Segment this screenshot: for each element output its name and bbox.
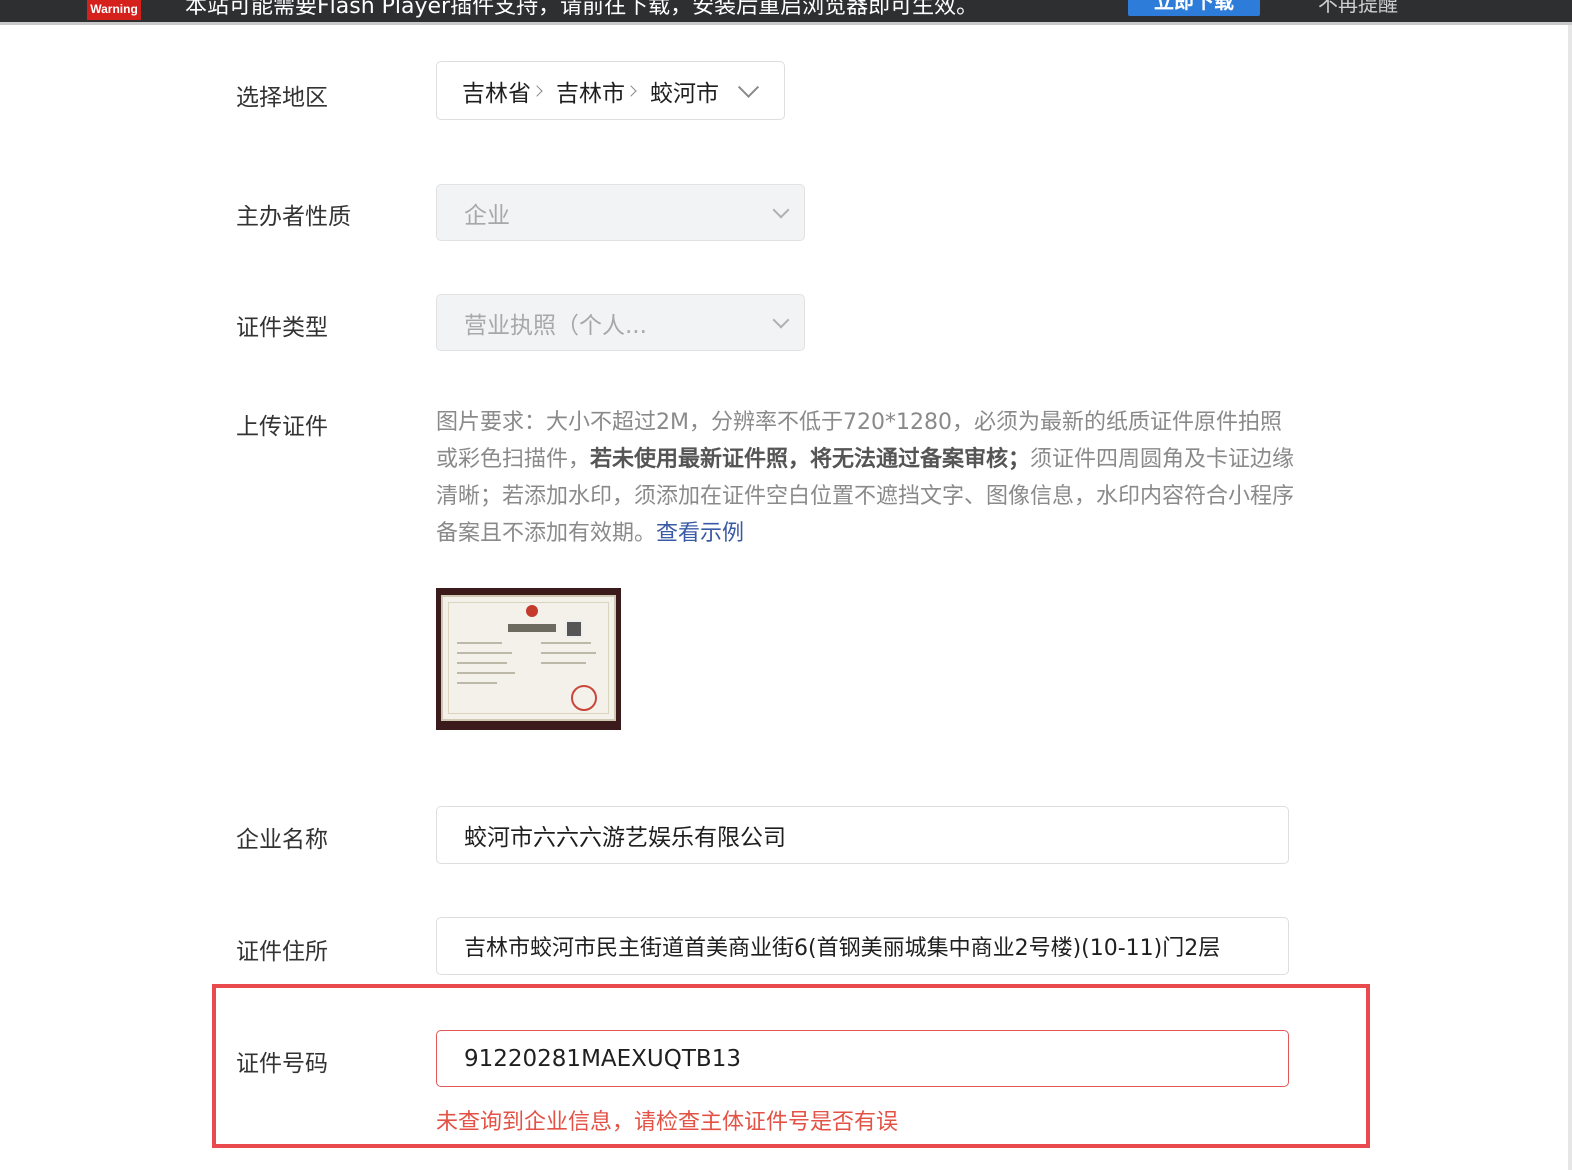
chevron-down-icon bbox=[772, 201, 790, 218]
certificate-number-label: 证件号码 bbox=[236, 1051, 328, 1077]
certificate-type-value: 营业执照（个人... bbox=[464, 312, 647, 339]
company-name-input[interactable]: 蛟河市六六六游艺娱乐有限公司 bbox=[436, 806, 1289, 864]
certificate-type-select[interactable]: 营业执照（个人... bbox=[436, 294, 805, 351]
region-city: 吉林市 bbox=[556, 80, 625, 107]
organizer-type-select[interactable]: 企业 bbox=[436, 184, 805, 241]
requirement-warning: 若未使用最新证件照，将无法通过备案审核； bbox=[590, 447, 1031, 472]
flash-notification-bar: Warning 本站可能需要Flash Player插件支持，请前往下载，安装后… bbox=[0, 0, 1572, 25]
region-select[interactable]: 吉林省 吉林市 蛟河市 bbox=[436, 61, 785, 120]
national-emblem-icon bbox=[526, 605, 538, 617]
notification-message: 本站可能需要Flash Player插件支持，请前往下载，安装后重启浏览器即可生… bbox=[185, 0, 979, 19]
organizer-type-value: 企业 bbox=[464, 202, 510, 229]
region-label: 选择地区 bbox=[236, 85, 328, 111]
license-paper bbox=[441, 595, 616, 721]
certificate-number-value: 91220281MAEXUQTB13 bbox=[464, 1045, 741, 1072]
license-title bbox=[508, 624, 556, 632]
certificate-number-error: 未查询到企业信息，请检查主体证件号是否有误 bbox=[436, 1110, 899, 1135]
download-button[interactable]: 立即下载 bbox=[1128, 0, 1260, 16]
certificate-address-value: 吉林市蛟河市民主街道首美商业街6(首钢美丽城集中商业2号楼)(10-11)门2层 bbox=[464, 936, 1221, 961]
upload-requirements: 图片要求：大小不超过2M，分辨率不低于720*1280，必须为最新的纸质证件原件… bbox=[436, 404, 1296, 552]
chevron-down-icon bbox=[737, 76, 760, 98]
upload-label: 上传证件 bbox=[236, 414, 328, 440]
view-example-link[interactable]: 查看示例 bbox=[656, 521, 744, 546]
chevron-right-icon bbox=[531, 84, 543, 97]
chevron-right-icon bbox=[625, 84, 637, 97]
uploaded-license-thumbnail[interactable] bbox=[436, 588, 621, 730]
certificate-address-input[interactable]: 吉林市蛟河市民主街道首美商业街6(首钢美丽城集中商业2号楼)(10-11)门2层 bbox=[436, 917, 1289, 975]
scrollbar[interactable] bbox=[1568, 25, 1572, 1170]
region-district: 蛟河市 bbox=[650, 80, 719, 107]
qr-code-icon bbox=[565, 620, 583, 638]
chevron-down-icon bbox=[772, 311, 790, 328]
company-name-label: 企业名称 bbox=[236, 827, 328, 853]
certificate-type-label: 证件类型 bbox=[236, 315, 328, 341]
company-name-value: 蛟河市六六六游艺娱乐有限公司 bbox=[464, 825, 786, 851]
certificate-number-input[interactable]: 91220281MAEXUQTB13 bbox=[436, 1030, 1289, 1087]
official-seal-icon bbox=[571, 685, 597, 711]
dismiss-link[interactable]: 不再提醒 bbox=[1318, 0, 1398, 17]
organizer-type-label: 主办者性质 bbox=[236, 204, 351, 230]
warning-badge: Warning bbox=[87, 0, 141, 20]
region-province: 吉林省 bbox=[462, 80, 531, 107]
certificate-address-label: 证件住所 bbox=[236, 939, 328, 965]
